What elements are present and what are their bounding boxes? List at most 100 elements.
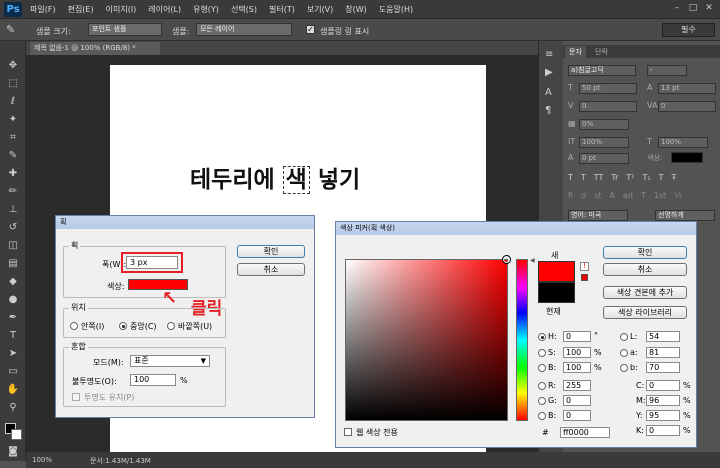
cancel-button[interactable]: 취소 xyxy=(237,263,305,276)
hue-slider-handle-icon[interactable]: ◀ xyxy=(530,257,535,264)
center-radio[interactable] xyxy=(119,322,127,330)
workspace-essential-button[interactable]: 필수 xyxy=(662,23,715,37)
color-field-marker[interactable] xyxy=(502,255,511,264)
magic-wand-icon[interactable]: ✦ xyxy=(5,113,21,127)
hex-input[interactable]: ff0000 xyxy=(560,427,610,438)
g-input[interactable]: 0 xyxy=(563,395,591,406)
tsume-field[interactable]: 0% xyxy=(579,119,629,130)
mode-select[interactable]: 표준 ▼ xyxy=(130,355,210,367)
b-radio[interactable] xyxy=(538,364,546,372)
current-color-swatch[interactable] xyxy=(538,282,575,303)
zoom-tool-icon[interactable]: ⚲ xyxy=(5,401,21,415)
b-input[interactable]: 100 xyxy=(563,362,591,373)
swash-button[interactable]: A xyxy=(609,191,614,200)
blue-radio[interactable] xyxy=(538,412,546,420)
gamut-swatch-icon[interactable] xyxy=(581,274,588,281)
crop-tool-icon[interactable]: ⌗ xyxy=(5,131,21,145)
zoom-level[interactable]: 100% xyxy=(32,456,52,464)
superscript-button[interactable]: T¹ xyxy=(626,173,634,182)
lasso-tool-icon[interactable]: ℓ xyxy=(5,95,21,109)
type-tool-icon[interactable]: T xyxy=(5,329,21,343)
tab-character[interactable]: 문자 xyxy=(565,46,586,58)
leading-field[interactable]: 13 pt xyxy=(658,83,716,94)
path-select-icon[interactable]: ➤ xyxy=(5,347,21,361)
preserve-transparency-checkbox[interactable] xyxy=(72,393,80,401)
ligature-button[interactable]: fi xyxy=(568,191,573,200)
menu-type[interactable]: 유형(Y) xyxy=(193,4,219,15)
language-select[interactable]: 영어: 미국 xyxy=(568,210,628,221)
quick-mask-icon[interactable]: ◙ xyxy=(5,445,21,459)
stroke-color-swatch[interactable] xyxy=(128,279,188,290)
show-ring-checkbox[interactable]: ✓ xyxy=(306,25,315,34)
picker-ok-button[interactable]: 확인 xyxy=(603,246,687,259)
gradient-tool-icon[interactable]: ▤ xyxy=(5,257,21,271)
web-colors-only-checkbox[interactable] xyxy=(344,428,352,436)
discretionary-button[interactable]: st xyxy=(594,191,601,200)
fraction-button[interactable]: ½ xyxy=(674,191,682,200)
g-radio[interactable] xyxy=(538,397,546,405)
maximize-icon[interactable]: □ xyxy=(686,3,700,15)
history-brush-icon[interactable]: ↺ xyxy=(5,221,21,235)
s-input[interactable]: 100 xyxy=(563,347,591,358)
all-caps-button[interactable]: TT xyxy=(594,173,604,182)
l-input[interactable]: 54 xyxy=(646,331,680,342)
opacity-input[interactable]: 100 xyxy=(130,374,176,386)
h-input[interactable]: 0 xyxy=(563,331,591,342)
close-icon[interactable]: ✕ xyxy=(702,3,716,15)
marquee-tool-icon[interactable]: ⬚ xyxy=(5,77,21,91)
minimize-icon[interactable]: – xyxy=(670,3,684,15)
pen-tool-icon[interactable]: ✒ xyxy=(5,311,21,325)
k-input[interactable]: 0 xyxy=(646,425,680,436)
menu-help[interactable]: 도움말(H) xyxy=(379,4,413,15)
shape-tool-icon[interactable]: ▭ xyxy=(5,365,21,379)
hand-tool-icon[interactable]: ✋ xyxy=(5,383,21,397)
small-caps-button[interactable]: Tr xyxy=(611,173,618,182)
a-radio[interactable] xyxy=(620,349,628,357)
move-tool-icon[interactable]: ✥ xyxy=(5,59,21,73)
l-radio[interactable] xyxy=(620,333,628,341)
background-color-swatch[interactable] xyxy=(11,429,22,440)
horizontal-scale-field[interactable]: 100% xyxy=(658,137,708,148)
menu-view[interactable]: 보기(V) xyxy=(307,4,333,15)
tab-paragraph[interactable]: 단락 xyxy=(591,46,612,58)
lab-b-input[interactable]: 70 xyxy=(646,362,680,373)
menu-edit[interactable]: 편집(E) xyxy=(68,4,94,15)
healing-brush-icon[interactable]: ✚ xyxy=(5,167,21,181)
menu-window[interactable]: 창(W) xyxy=(345,4,367,15)
contextual-button[interactable]: σ xyxy=(581,191,586,200)
add-to-swatches-button[interactable]: 색상 견본에 추가 xyxy=(603,286,687,299)
m-input[interactable]: 96 xyxy=(646,395,680,406)
document-tab[interactable]: 제목 없음-1 @ 100% (RGB/8) * xyxy=(30,42,160,55)
brush-tool-icon[interactable]: ✏ xyxy=(5,185,21,199)
menu-image[interactable]: 이미지(I) xyxy=(106,4,137,15)
stamp-tool-icon[interactable]: ⊥ xyxy=(5,203,21,217)
c-input[interactable]: 0 xyxy=(646,380,680,391)
eyedropper-icon[interactable]: ✎ xyxy=(5,149,21,163)
lab-b-radio[interactable] xyxy=(620,364,628,372)
history-panel-icon[interactable]: ≡ xyxy=(545,49,553,60)
actions-panel-icon[interactable]: ▶ xyxy=(545,67,553,78)
titling-button[interactable]: T xyxy=(641,191,646,200)
character-panel-icon[interactable]: A xyxy=(545,87,552,98)
font-family-select[interactable]: a)침글고딕 xyxy=(568,65,636,76)
saturation-brightness-field[interactable] xyxy=(345,259,508,421)
blue-input[interactable]: 0 xyxy=(563,410,591,421)
stylistic-button[interactable]: ad xyxy=(623,191,633,200)
menu-file[interactable]: 파일(F) xyxy=(30,4,56,15)
sample-size-select[interactable]: 포인트 샘플 xyxy=(88,23,162,36)
color-libraries-button[interactable]: 색상 라이브러리 xyxy=(603,306,687,319)
menu-select[interactable]: 선택(S) xyxy=(231,4,257,15)
baseline-field[interactable]: 0 pt xyxy=(579,153,629,164)
paragraph-panel-icon[interactable]: ¶ xyxy=(545,105,551,116)
dodge-tool-icon[interactable]: ● xyxy=(5,293,21,307)
faux-italic-button[interactable]: T xyxy=(581,173,586,182)
font-size-field[interactable]: 50 pt xyxy=(579,83,637,94)
h-radio[interactable] xyxy=(538,333,546,341)
menu-layer[interactable]: 레이어(L) xyxy=(148,4,181,15)
anti-alias-select[interactable]: 선명하게 xyxy=(655,210,715,221)
blur-tool-icon[interactable]: ◆ xyxy=(5,275,21,289)
kerning-field[interactable]: 0 xyxy=(579,101,637,112)
ordinal-button[interactable]: 1st xyxy=(654,191,666,200)
width-input[interactable]: 3 px xyxy=(126,256,178,269)
vertical-scale-field[interactable]: 100% xyxy=(579,137,629,148)
